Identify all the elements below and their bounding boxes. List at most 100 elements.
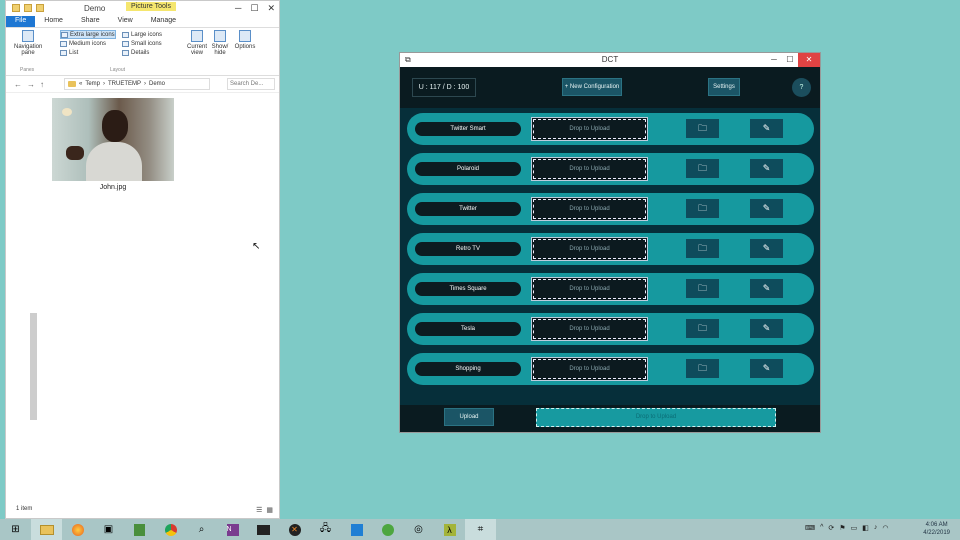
details-view-icon[interactable]: ☰	[256, 506, 262, 514]
battery-icon[interactable]: ▭	[851, 524, 858, 532]
system-tray: ⌨ ^ ⟳ ⚑ ▭ ◧ ♪ ◠	[805, 524, 888, 532]
firefox-icon[interactable]	[62, 519, 93, 540]
show-hide-icon	[214, 30, 226, 42]
edit-icon[interactable]: ✎	[750, 359, 783, 378]
keyboard-icon[interactable]: ⌨	[805, 524, 815, 532]
layout-large-icons[interactable]: Large icons	[122, 30, 162, 39]
maximize-icon[interactable]: ☐	[782, 53, 798, 67]
search-input[interactable]: Search De...	[227, 78, 275, 90]
lambda-icon[interactable]: λ	[434, 519, 465, 540]
tab-manage[interactable]: Manage	[142, 16, 185, 27]
clock[interactable]: 4:06 AM 4/22/2019	[923, 521, 950, 537]
layout-group-label: Layout	[110, 67, 126, 73]
tab-file[interactable]: File	[6, 16, 36, 27]
layout-small-icons[interactable]: Small icons	[122, 39, 162, 48]
disk-icon[interactable]: ◎	[403, 519, 434, 540]
edit-icon[interactable]: ✎	[750, 239, 783, 258]
navigation-pane-button[interactable]: Navigation pane	[14, 30, 42, 56]
ribbon-tabs: File Home Share View Manage	[6, 16, 279, 28]
scrollbar[interactable]	[30, 313, 37, 420]
maximize-icon[interactable]: ☐	[250, 3, 258, 14]
close-icon[interactable]: ✕	[267, 3, 275, 14]
config-row: Tesla Drop to Upload 🗀 ✎	[407, 313, 814, 345]
edit-icon[interactable]: ✎	[750, 279, 783, 298]
address-bar-row: ← → ↑ « Temp › TRUETEMP › Demo Search De…	[6, 76, 279, 93]
back-icon[interactable]: ←	[14, 80, 22, 89]
drop-zone[interactable]: Drop to Upload	[531, 117, 648, 141]
network-icon[interactable]: 🖧	[310, 519, 341, 540]
layout-medium-icons[interactable]: Medium icons	[60, 39, 116, 48]
close-icon[interactable]: ✕	[798, 53, 820, 67]
sync-icon[interactable]: ⟳	[828, 524, 834, 532]
file-thumbnail[interactable]	[52, 98, 174, 181]
terminal-icon[interactable]	[248, 519, 279, 540]
drop-zone[interactable]: Drop to Upload	[531, 157, 648, 181]
new-configuration-button[interactable]: + New Configuration	[562, 78, 622, 96]
bulk-drop-zone[interactable]: Drop to Upload	[536, 408, 776, 427]
folder-icon[interactable]: 🗀	[686, 319, 719, 338]
network-status-icon[interactable]: ◧	[862, 524, 869, 532]
config-row: Polaroid Drop to Upload 🗀 ✎	[407, 153, 814, 185]
breadcrumb-temp[interactable]: Temp	[85, 81, 100, 87]
file-explorer-icon[interactable]	[31, 519, 62, 540]
chrome-icon[interactable]	[155, 519, 186, 540]
vscode-icon[interactable]	[341, 519, 372, 540]
forward-icon[interactable]: →	[27, 80, 35, 89]
drop-zone[interactable]: Drop to Upload	[531, 277, 648, 301]
flag-icon[interactable]: ⚑	[839, 524, 845, 532]
minimize-icon[interactable]: ─	[235, 3, 241, 14]
app-icon[interactable]: ▣	[93, 519, 124, 540]
drop-zone[interactable]: Drop to Upload	[531, 197, 648, 221]
upload-button[interactable]: Upload	[444, 408, 494, 426]
chevron-up-icon[interactable]: ^	[820, 524, 823, 532]
tab-home[interactable]: Home	[35, 16, 72, 27]
layout-details[interactable]: Details	[122, 48, 149, 57]
up-icon[interactable]: ↑	[40, 80, 44, 89]
edit-icon[interactable]: ✎	[750, 319, 783, 338]
explorer-title-bar: Picture Tools Demo ─ ☐ ✕	[6, 1, 279, 16]
folder-icon[interactable]: 🗀	[686, 279, 719, 298]
folder-icon[interactable]	[12, 4, 20, 12]
layout-list[interactable]: List	[60, 48, 116, 57]
panes-group-label: Panes	[20, 67, 35, 73]
drop-zone[interactable]: Drop to Upload	[531, 237, 648, 261]
layout-extra-large-icons[interactable]: Extra large icons	[60, 30, 116, 39]
options-button[interactable]: Options	[232, 30, 258, 50]
show-hide-button[interactable]: Show/ hide	[210, 30, 230, 56]
folder-icon[interactable]: 🗀	[686, 159, 719, 178]
x-app-icon[interactable]: ✕	[279, 519, 310, 540]
breadcrumb-overflow[interactable]: «	[79, 81, 82, 87]
new-folder-icon[interactable]	[36, 4, 44, 12]
tab-share[interactable]: Share	[72, 16, 109, 27]
help-button[interactable]: ?	[792, 78, 811, 97]
breadcrumb-demo[interactable]: Demo	[149, 81, 165, 87]
minimize-icon[interactable]: ─	[766, 53, 782, 67]
wifi-icon[interactable]: ◠	[882, 524, 888, 532]
folder-icon[interactable]: 🗀	[686, 199, 719, 218]
start-icon[interactable]: ⊞	[0, 519, 31, 540]
large-icons-view-icon[interactable]: ▦	[266, 506, 273, 514]
properties-icon[interactable]	[24, 4, 32, 12]
current-view-button[interactable]: Current view	[186, 30, 208, 56]
edit-icon[interactable]: ✎	[750, 119, 783, 138]
drop-zone[interactable]: Drop to Upload	[531, 317, 648, 341]
green-app-icon[interactable]	[372, 519, 403, 540]
dct-window: ⧉ DCT ─ ☐ ✕ U : 117 / D : 100 + New Conf…	[399, 52, 821, 433]
volume-icon[interactable]: ♪	[874, 524, 878, 532]
settings-button[interactable]: Settings	[708, 78, 740, 96]
onenote-icon[interactable]: N	[217, 519, 248, 540]
edit-icon[interactable]: ✎	[750, 199, 783, 218]
file-name[interactable]: John.jpg	[52, 184, 174, 191]
sheet-icon[interactable]	[124, 519, 155, 540]
crop-icon[interactable]: ⌗	[465, 519, 496, 540]
configuration-list: Twitter Smart Drop to Upload 🗀 ✎ Polaroi…	[400, 108, 820, 405]
drop-zone[interactable]: Drop to Upload	[531, 357, 648, 381]
breadcrumb-truetemp[interactable]: TRUETEMP	[108, 81, 141, 87]
folder-icon[interactable]: 🗀	[686, 119, 719, 138]
edit-icon[interactable]: ✎	[750, 159, 783, 178]
tab-view[interactable]: View	[109, 16, 142, 27]
search-app-icon[interactable]: ⌕	[186, 519, 217, 540]
folder-icon[interactable]: 🗀	[686, 239, 719, 258]
address-bar[interactable]: « Temp › TRUETEMP › Demo	[64, 78, 210, 90]
folder-icon[interactable]: 🗀	[686, 359, 719, 378]
